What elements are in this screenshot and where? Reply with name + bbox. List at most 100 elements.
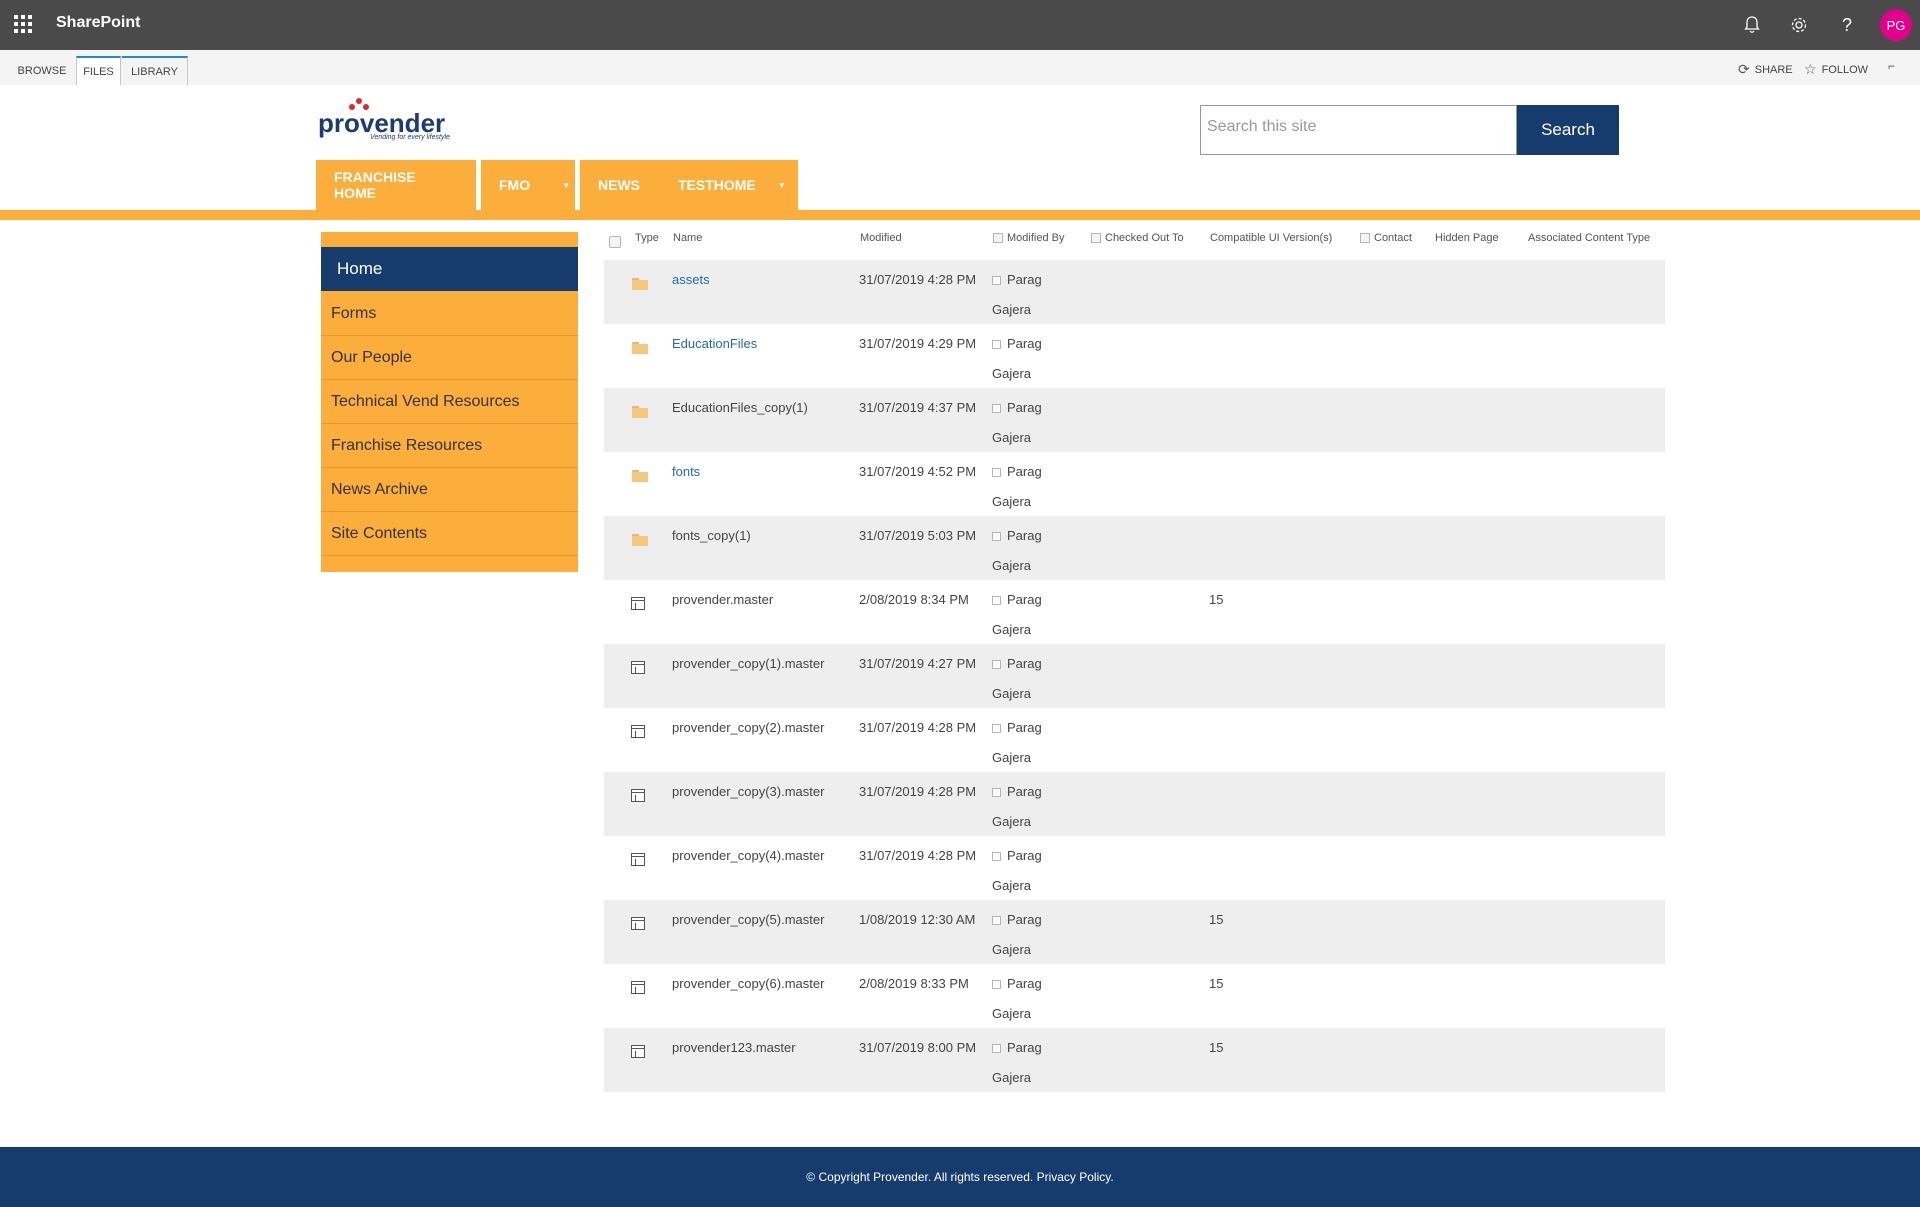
item-modified-by[interactable]: Parag bbox=[992, 592, 1042, 607]
item-modified-by[interactable]: Parag bbox=[992, 912, 1042, 927]
gear-icon[interactable] bbox=[1785, 11, 1813, 39]
avatar[interactable]: PG bbox=[1880, 9, 1912, 41]
column-checkbox[interactable] bbox=[1360, 233, 1370, 243]
topnav-fmo[interactable]: FMO ▼ bbox=[481, 160, 575, 210]
brand-title[interactable]: SharePoint bbox=[56, 14, 140, 32]
tab-files[interactable]: FILES bbox=[76, 56, 121, 85]
table-row[interactable]: provender_copy(3).master 31/07/2019 4:28 … bbox=[604, 772, 1665, 836]
select-all-checkbox[interactable] bbox=[609, 236, 621, 248]
table-row[interactable]: EducationFiles 31/07/2019 4:29 PM Parag Gaj… bbox=[604, 324, 1665, 388]
item-name[interactable]: provender_copy(4).master bbox=[672, 848, 824, 863]
item-modified-by[interactable]: Parag bbox=[992, 528, 1042, 543]
item-modified-by[interactable]: Parag bbox=[992, 272, 1042, 287]
search-button[interactable]: Search bbox=[1517, 105, 1619, 155]
header-name[interactable]: Name bbox=[673, 232, 702, 244]
item-modified-by[interactable]: Parag bbox=[992, 784, 1042, 799]
presence-checkbox[interactable] bbox=[992, 404, 1001, 413]
app-launcher-icon[interactable] bbox=[14, 15, 32, 33]
item-name[interactable]: provender_copy(5).master bbox=[672, 912, 824, 927]
follow-button[interactable]: ☆ FOLLOW bbox=[1804, 61, 1868, 78]
presence-checkbox[interactable] bbox=[992, 596, 1001, 605]
table-row[interactable]: provender_copy(2).master 31/07/2019 4:28 … bbox=[604, 708, 1665, 772]
folder-icon bbox=[632, 342, 648, 354]
column-checkbox[interactable] bbox=[993, 233, 1003, 243]
item-modified-by[interactable]: Parag bbox=[992, 656, 1042, 671]
item-name[interactable]: fonts bbox=[672, 464, 700, 479]
table-row[interactable]: fonts 31/07/2019 4:52 PM Parag Gajera bbox=[604, 452, 1665, 516]
leftnav-item-franchise-resources[interactable]: Franchise Resources bbox=[321, 424, 578, 468]
table-row[interactable]: assets 31/07/2019 4:28 PM Parag Gajera bbox=[604, 260, 1665, 324]
item-name[interactable]: fonts_copy(1) bbox=[672, 528, 751, 543]
item-modified: 31/07/2019 4:29 PM bbox=[859, 336, 977, 351]
item-modified-by[interactable]: Parag bbox=[992, 464, 1042, 479]
item-name[interactable]: provender_copy(1).master bbox=[672, 656, 824, 671]
header-checked-out-to[interactable]: Checked Out To bbox=[1091, 232, 1184, 244]
presence-checkbox[interactable] bbox=[992, 532, 1001, 541]
item-name[interactable]: provender_copy(2).master bbox=[672, 720, 824, 735]
table-row[interactable]: provender_copy(6).master 2/08/2019 8:33 P… bbox=[604, 964, 1665, 1028]
column-checkbox[interactable] bbox=[1091, 233, 1101, 243]
item-modified: 31/07/2019 4:28 PM bbox=[859, 848, 977, 863]
topnav-label: FMO bbox=[499, 177, 531, 193]
item-modified-by[interactable]: Parag bbox=[992, 400, 1042, 415]
item-modified-by[interactable]: Parag bbox=[992, 848, 1042, 863]
item-compatible-ui: 15 bbox=[1209, 592, 1224, 607]
leftnav-item-technical-vend-resources[interactable]: Technical Vend Resources bbox=[321, 380, 578, 424]
table-row[interactable]: fonts_copy(1) 31/07/2019 5:03 PM Parag Gaje… bbox=[604, 516, 1665, 580]
item-name[interactable]: provender123.master bbox=[672, 1040, 796, 1055]
presence-checkbox[interactable] bbox=[992, 1044, 1001, 1053]
header-type[interactable]: Type bbox=[635, 232, 659, 244]
topnav-testhome[interactable]: TESTHOME ▼ bbox=[660, 160, 798, 210]
presence-checkbox[interactable] bbox=[992, 788, 1001, 797]
header-hidden-page[interactable]: Hidden Page bbox=[1435, 232, 1499, 244]
item-modified-by-lastname: Gajera bbox=[992, 1006, 1032, 1021]
table-row[interactable]: provender_copy(4).master 31/07/2019 4:28 … bbox=[604, 836, 1665, 900]
header-compatible-ui[interactable]: Compatible UI Version(s) bbox=[1210, 232, 1332, 244]
leftnav-item-news-archive[interactable]: News Archive bbox=[321, 468, 578, 512]
share-button[interactable]: ⟳ SHARE bbox=[1738, 61, 1793, 78]
item-compatible-ui: 15 bbox=[1209, 976, 1224, 991]
topnav-franchise-home[interactable]: FRANCHISE HOME bbox=[316, 160, 476, 210]
presence-checkbox[interactable] bbox=[992, 276, 1001, 285]
table-row[interactable]: provender.master 2/08/2019 8:34 PM Parag Ga… bbox=[604, 580, 1665, 644]
table-row[interactable]: provender123.master 31/07/2019 8:00 PM Par… bbox=[604, 1028, 1665, 1092]
table-row[interactable]: EducationFiles_copy(1) 31/07/2019 4:37 PM… bbox=[604, 388, 1665, 452]
header-modified[interactable]: Modified bbox=[860, 232, 902, 244]
item-modified-by[interactable]: Parag bbox=[992, 976, 1042, 991]
presence-checkbox[interactable] bbox=[992, 724, 1001, 733]
item-name[interactable]: provender_copy(3).master bbox=[672, 784, 824, 799]
search-input[interactable]: Search this site bbox=[1200, 105, 1517, 155]
item-modified-by[interactable]: Parag bbox=[992, 336, 1042, 351]
presence-checkbox[interactable] bbox=[992, 340, 1001, 349]
leftnav-item-site-contents[interactable]: Site Contents bbox=[321, 512, 578, 556]
table-row[interactable]: provender_copy(1).master 31/07/2019 4:27 … bbox=[604, 644, 1665, 708]
help-icon[interactable]: ? bbox=[1833, 11, 1861, 39]
tab-browse[interactable]: BROWSE bbox=[11, 56, 73, 85]
leftnav-item-our-people[interactable]: Our People bbox=[321, 336, 578, 380]
item-name[interactable]: provender.master bbox=[672, 592, 773, 607]
tab-library[interactable]: LIBRARY bbox=[122, 56, 188, 85]
item-modified-by[interactable]: Parag bbox=[992, 1040, 1042, 1055]
leftnav-item-home[interactable]: Home bbox=[321, 247, 578, 291]
presence-checkbox[interactable] bbox=[992, 468, 1001, 477]
presence-checkbox[interactable] bbox=[992, 916, 1001, 925]
item-name[interactable]: EducationFiles bbox=[672, 336, 757, 351]
presence-checkbox[interactable] bbox=[992, 852, 1001, 861]
presence-checkbox[interactable] bbox=[992, 660, 1001, 669]
item-modified-by[interactable]: Parag bbox=[992, 720, 1042, 735]
header-contact[interactable]: Contact bbox=[1360, 232, 1412, 244]
item-modified-by-lastname: Gajera bbox=[992, 622, 1032, 637]
provender-logo[interactable]: provender Vending for every lifestyle bbox=[318, 96, 458, 146]
header-associated-content-type[interactable]: Associated Content Type bbox=[1528, 232, 1650, 244]
item-name[interactable]: assets bbox=[672, 272, 710, 287]
bell-icon[interactable] bbox=[1738, 11, 1766, 39]
table-row[interactable]: provender_copy(5).master 1/08/2019 12:30 … bbox=[604, 900, 1665, 964]
item-name[interactable]: EducationFiles_copy(1) bbox=[672, 400, 808, 415]
leftnav-item-forms[interactable]: Forms bbox=[321, 292, 578, 336]
focus-content-icon[interactable]: ⌐ bbox=[1888, 59, 1895, 73]
master-page-icon bbox=[631, 725, 645, 738]
item-name[interactable]: provender_copy(6).master bbox=[672, 976, 824, 991]
topnav-news[interactable]: NEWS bbox=[580, 160, 660, 210]
presence-checkbox[interactable] bbox=[992, 980, 1001, 989]
header-modified-by[interactable]: Modified By bbox=[993, 232, 1064, 244]
